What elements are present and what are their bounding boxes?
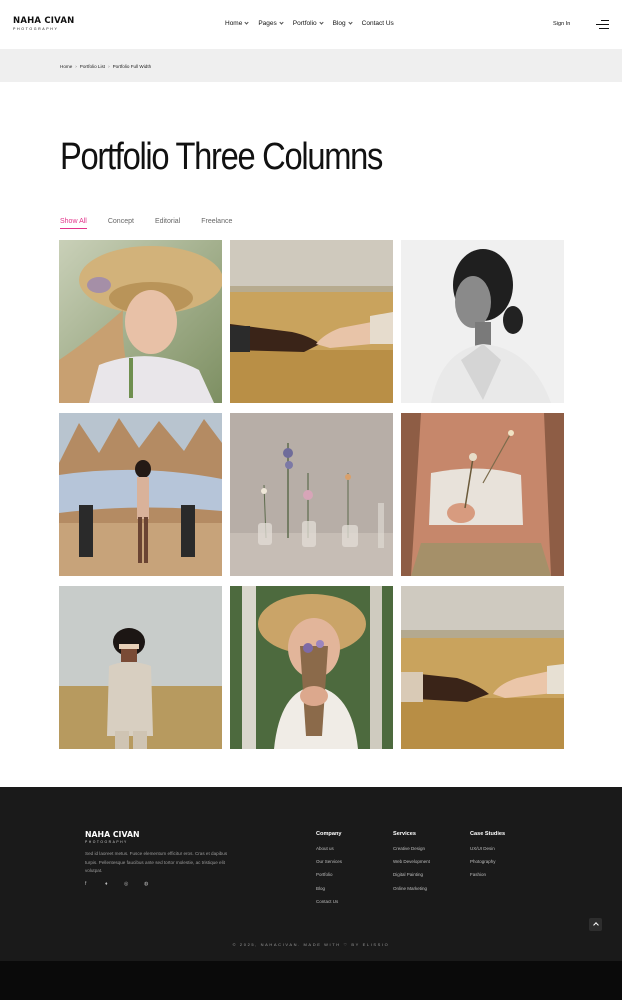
- breadcrumb: Home › Portfolio List › Portfolio Full W…: [60, 64, 151, 69]
- chevron-down-icon: [279, 20, 284, 25]
- footer-logo[interactable]: NAHA CIVAN PHOTOGRAPHY: [85, 830, 140, 844]
- portfolio-item-blue-fabric[interactable]: [59, 413, 222, 576]
- portfolio-image: [230, 240, 393, 403]
- portfolio-item-hands-wheat[interactable]: [230, 240, 393, 403]
- footer-link[interactable]: Creative Design: [393, 846, 430, 851]
- breadcrumb-current: Portfolio Full Width: [112, 64, 152, 69]
- footer-link[interactable]: Photography: [470, 859, 505, 864]
- nav-item-blog[interactable]: Blog: [332, 20, 353, 27]
- dribbble-icon[interactable]: ◍: [144, 881, 148, 887]
- back-to-top-button[interactable]: [589, 918, 602, 931]
- portfolio-item-hat-bouquet[interactable]: [230, 586, 393, 749]
- footer-column-title: Case Studies: [470, 831, 506, 837]
- page-bottom-bar: [0, 961, 622, 1000]
- chevron-down-icon: [244, 20, 249, 25]
- portfolio-image: [59, 240, 222, 403]
- footer-link[interactable]: UX/UI Desin: [470, 846, 505, 851]
- twitter-icon[interactable]: ♦: [105, 881, 108, 887]
- breadcrumb-bar: Home › Portfolio List › Portfolio Full W…: [0, 49, 622, 82]
- hamburger-menu-icon[interactable]: [596, 20, 609, 30]
- breadcrumb-home[interactable]: Home: [60, 64, 72, 69]
- portfolio-image: [401, 413, 564, 576]
- page-title: Portfolio Three Columns: [60, 136, 383, 178]
- nav-label: Contact Us: [361, 20, 394, 27]
- footer-link[interactable]: Web Development: [393, 859, 430, 864]
- main-nav: Home Pages Portfolio Blog Contact Us: [225, 20, 404, 27]
- site-footer: NAHA CIVAN PHOTOGRAPHY Sed id laoreet me…: [0, 787, 622, 961]
- portfolio-image: [59, 413, 222, 576]
- site-header: NAHA CIVAN PHOTOGRAPHY Home Pages Portfo…: [0, 0, 622, 49]
- nav-item-home[interactable]: Home: [225, 20, 249, 27]
- filter-show-all[interactable]: Show All: [60, 218, 87, 229]
- facebook-icon[interactable]: f: [85, 881, 86, 887]
- nav-item-portfolio[interactable]: Portfolio: [292, 20, 324, 27]
- portfolio-image: [401, 240, 564, 403]
- chevron-down-icon: [348, 20, 353, 25]
- portfolio-item-woman-straw-hat[interactable]: [59, 240, 222, 403]
- nav-label: Pages: [258, 20, 277, 27]
- portfolio-item-hands-touching[interactable]: [401, 586, 564, 749]
- portfolio-filters: Show All Concept Editorial Freelance: [60, 218, 253, 229]
- portfolio-item-bw-portrait[interactable]: [401, 240, 564, 403]
- footer-column-services: Services Creative Design Web Development…: [393, 831, 430, 899]
- footer-logo-text: NAHA CIVAN: [85, 830, 140, 839]
- filter-editorial[interactable]: Editorial: [155, 218, 180, 229]
- breadcrumb-portfolio-list[interactable]: Portfolio List: [80, 64, 105, 69]
- footer-link[interactable]: Online Marketing: [393, 886, 430, 891]
- instagram-icon[interactable]: ◎: [124, 881, 128, 887]
- portfolio-image: [59, 586, 222, 749]
- footer-column-title: Services: [393, 831, 417, 837]
- footer-description: Sed id laoreet metus. Fusce elementum ef…: [85, 851, 228, 874]
- chevron-down-icon: [319, 20, 324, 25]
- footer-link[interactable]: Digital Painting: [393, 872, 430, 877]
- footer-link[interactable]: Our Services: [316, 859, 342, 864]
- breadcrumb-separator: ›: [108, 64, 110, 69]
- portfolio-image: [401, 586, 564, 749]
- portfolio-item-holding-flowers[interactable]: [401, 413, 564, 576]
- footer-link[interactable]: Contact Us: [316, 899, 342, 904]
- footer-link[interactable]: Fashion: [470, 872, 505, 877]
- logo[interactable]: NAHA CIVAN PHOTOGRAPHY: [13, 16, 74, 31]
- copyright-text: © 2025, NAHACIVAN. MADE WITH ♡ BY ELISSI…: [232, 942, 390, 947]
- logo-text: NAHA CIVAN: [13, 16, 75, 26]
- breadcrumb-separator: ›: [75, 64, 77, 69]
- filter-freelance[interactable]: Freelance: [201, 218, 232, 229]
- chevron-up-icon: [592, 922, 599, 928]
- nav-item-pages[interactable]: Pages: [258, 20, 284, 27]
- footer-link[interactable]: Portfolio: [316, 872, 342, 877]
- footer-logo-tagline: PHOTOGRAPHY: [85, 840, 128, 844]
- footer-link[interactable]: Blog: [316, 886, 342, 891]
- nav-label: Blog: [332, 20, 346, 27]
- portfolio-image: [230, 586, 393, 749]
- footer-column-company: Company About us Our Services Portfolio …: [316, 831, 342, 912]
- portfolio-image: [230, 413, 393, 576]
- logo-tagline: PHOTOGRAPHY: [13, 27, 59, 31]
- portfolio-item-flower-vases[interactable]: [230, 413, 393, 576]
- nav-item-contact[interactable]: Contact Us: [362, 20, 394, 27]
- footer-column-title: Company: [316, 831, 342, 837]
- portfolio-grid: [59, 240, 564, 749]
- footer-link[interactable]: About us: [316, 846, 342, 851]
- nav-label: Portfolio: [292, 20, 317, 27]
- signin-link[interactable]: Sign In: [553, 21, 570, 27]
- footer-column-case-studies: Case Studies UX/UI Desin Photography Fas…: [470, 831, 505, 886]
- nav-label: Home: [225, 20, 243, 27]
- filter-concept[interactable]: Concept: [108, 218, 134, 229]
- portfolio-item-man-suit-field[interactable]: [59, 586, 222, 749]
